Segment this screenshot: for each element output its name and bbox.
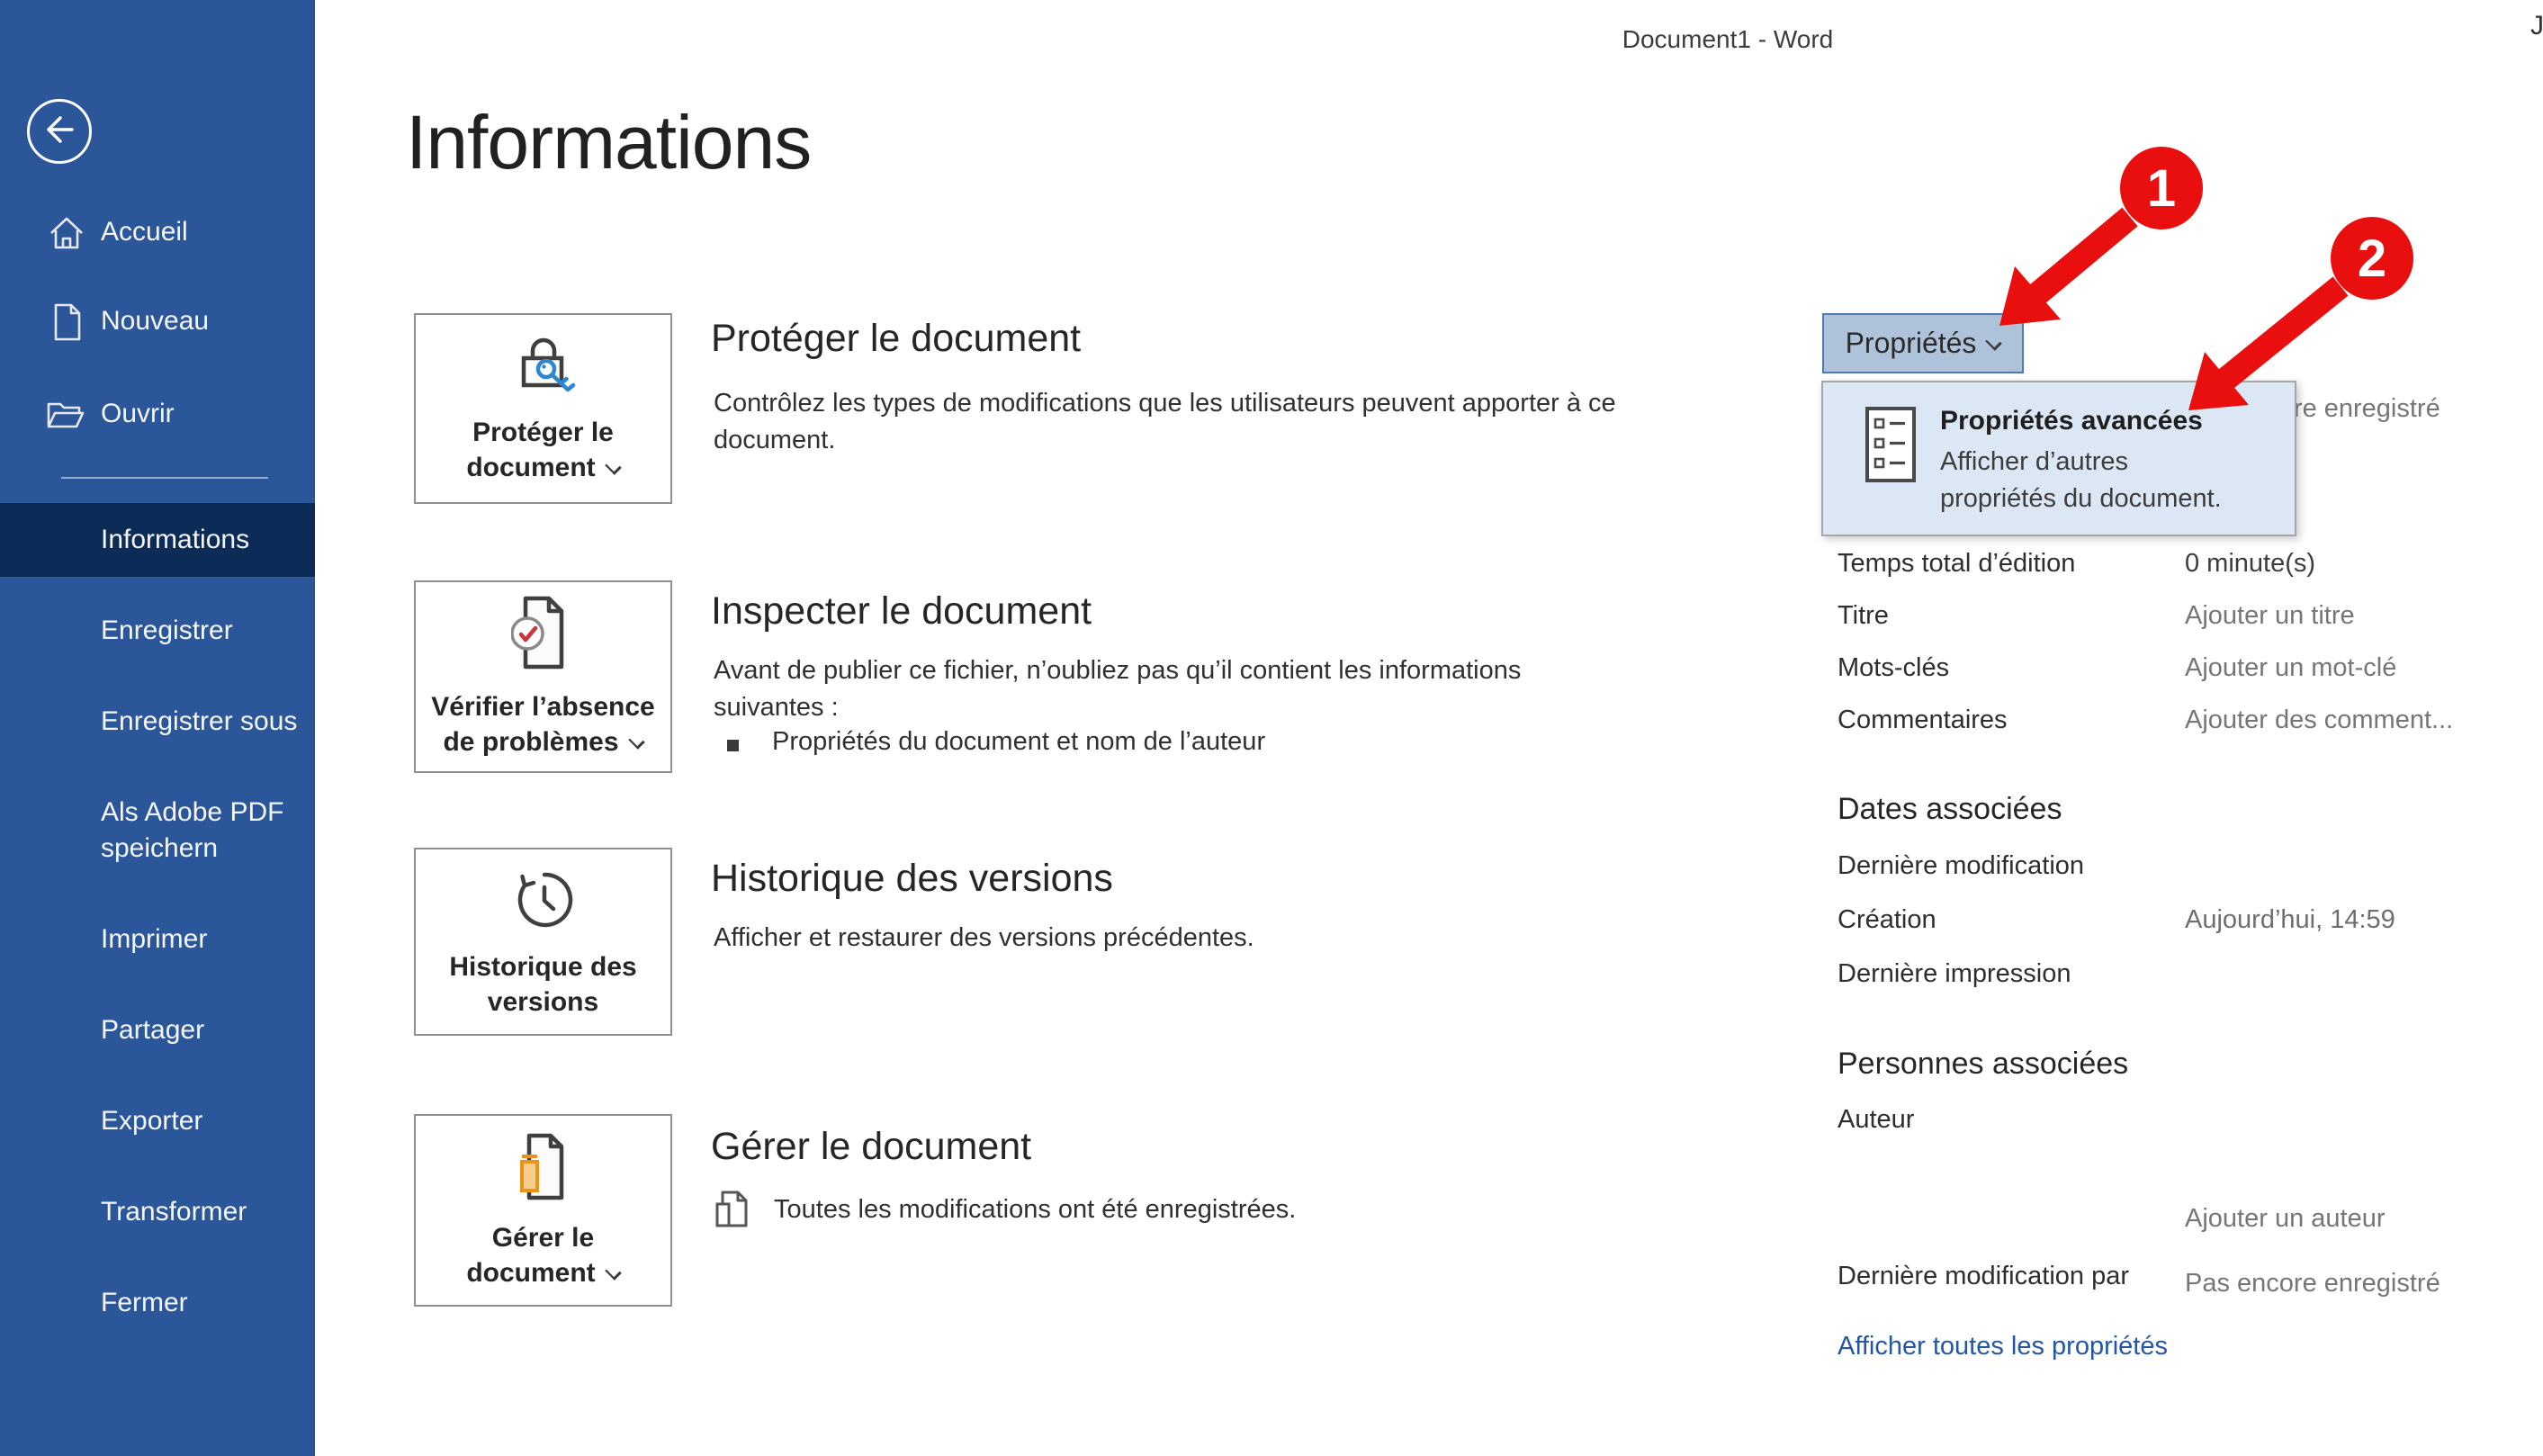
annotation-overlay: 1 2 <box>0 0 2543 1456</box>
check-for-issues-button[interactable]: Vérifier l’absence de problèmes <box>414 580 672 773</box>
sidebar-item-imprimer[interactable]: Imprimer <box>101 923 207 956</box>
prop-label-last-modified-by: Dernière modification par <box>1838 1262 2129 1291</box>
prop-value-edit-time: 0 minute(s) <box>2185 549 2315 579</box>
prop-label-last-modified: Dernière modification <box>1838 851 2084 881</box>
properties-dropdown-button[interactable]: Propriétés <box>1822 313 2024 373</box>
chevron-down-icon <box>605 1263 622 1281</box>
prop-value-last-modified-by: Pas encore enregistré <box>2185 1269 2440 1299</box>
sidebar-item-label: Informations <box>101 503 315 577</box>
inspect-document-icon <box>511 595 576 677</box>
section-heading-history: Historique des versions <box>711 857 1113 901</box>
sidebar-item-partager[interactable]: Partager <box>101 1014 204 1047</box>
button-label: Historique des versions <box>449 952 636 1017</box>
desc-line: document. <box>714 426 835 454</box>
sidebar-divider <box>61 477 268 479</box>
section-desc-history: Afficher et restaurer des versions précé… <box>714 920 1254 957</box>
sidebar-item-exporter[interactable]: Exporter <box>101 1105 202 1137</box>
bullet-square <box>727 740 739 751</box>
show-all-properties-link[interactable]: Afficher toutes les propriétés <box>1838 1332 2168 1362</box>
account-initial: J <box>2530 11 2543 41</box>
annotation-badge-1: 1 <box>2120 147 2203 229</box>
desc-line: propriétés du document. <box>1940 484 2222 513</box>
section-heading-manage: Gérer le document <box>711 1125 1031 1169</box>
sidebar-item-nouveau[interactable]: Nouveau <box>101 305 209 337</box>
prop-label-comments: Commentaires <box>1838 706 2008 735</box>
section-desc-inspect: Avant de publier ce fichier, n’oubliez p… <box>714 652 1521 726</box>
page-title: Informations <box>406 99 811 186</box>
prop-label-last-printed: Dernière impression <box>1838 959 2071 989</box>
prop-label-author: Auteur <box>1838 1105 1914 1135</box>
chevron-down-icon <box>605 458 622 475</box>
svg-text:1: 1 <box>2147 159 2176 218</box>
protect-document-button[interactable]: Protéger le document <box>414 313 672 504</box>
version-history-icon <box>509 864 578 937</box>
annotation-arrow-1 <box>1999 217 2130 326</box>
annotation-badge-2: 2 <box>2331 217 2413 300</box>
backstage-sidebar: Accueil Nouveau Ouvrir Informations Enre… <box>0 0 315 1456</box>
word-backstage-informations: { "titlebar": { "document_title": "Docum… <box>0 0 2543 1456</box>
desc-line: suivantes : <box>714 693 839 722</box>
prop-label-tags: Mots-clés <box>1838 653 1949 683</box>
dates-section-header: Dates associées <box>1838 792 2062 827</box>
advanced-properties-text: Propriétés avancées Afficher d’autres pr… <box>1940 406 2222 517</box>
advanced-properties-menu-item[interactable]: Propriétés avancées Afficher d’autres pr… <box>1821 381 2296 536</box>
chevron-down-icon <box>1986 334 2003 351</box>
section-heading-protect: Protéger le document <box>711 317 1081 361</box>
back-arrow-icon <box>36 106 83 157</box>
manage-status-text: Toutes les modifications ont été enregis… <box>774 1195 1296 1225</box>
sidebar-item-ouvrir[interactable]: Ouvrir <box>101 398 175 430</box>
desc-line: Contrôlez les types de modifications que… <box>714 389 1616 418</box>
button-label: Protéger le document <box>466 418 614 482</box>
people-section-header: Personnes associées <box>1838 1047 2128 1082</box>
sidebar-item-adobe-pdf[interactable]: Als Adobe PDF speichern <box>101 795 294 867</box>
new-document-icon <box>51 302 84 346</box>
advanced-properties-icon <box>1865 406 1917 488</box>
sidebar-item-enregistrer-sous[interactable]: Enregistrer sous <box>101 706 297 738</box>
desc-line: Afficher et restaurer des versions précé… <box>714 923 1254 952</box>
section-heading-inspect: Inspecter le document <box>711 589 1092 634</box>
window-title: Document1 - Word <box>1530 25 1926 54</box>
prop-value-add-comments[interactable]: Ajouter des comment... <box>2185 706 2453 735</box>
sidebar-item-transformer[interactable]: Transformer <box>101 1196 247 1228</box>
prop-value-created: Aujourd’hui, 14:59 <box>2185 905 2395 935</box>
manage-document-icon <box>511 1131 576 1208</box>
sidebar-item-informations[interactable]: Informations <box>0 503 315 577</box>
prop-value-add-title[interactable]: Ajouter un titre <box>2185 601 2355 631</box>
version-history-button[interactable]: Historique des versions <box>414 848 672 1036</box>
lock-key-icon <box>508 333 579 402</box>
sidebar-item-accueil[interactable]: Accueil <box>101 216 188 248</box>
prop-value-add-tag[interactable]: Ajouter un mot-clé <box>2185 653 2396 683</box>
desc-line: Avant de publier ce fichier, n’oubliez p… <box>714 656 1521 685</box>
prop-value-add-author[interactable]: Ajouter un auteur <box>2185 1204 2385 1234</box>
svg-text:2: 2 <box>2358 229 2386 288</box>
prop-label-created: Création <box>1838 905 1936 935</box>
saved-document-icon <box>714 1188 751 1237</box>
inspect-bullet-item: Propriétés du document et nom de l’auteu… <box>772 727 1265 757</box>
section-desc-protect: Contrôlez les types de modifications que… <box>714 385 1616 459</box>
back-button[interactable] <box>27 99 92 164</box>
open-folder-icon <box>45 400 86 436</box>
chevron-down-icon <box>628 732 645 750</box>
sidebar-item-fermer[interactable]: Fermer <box>101 1287 188 1319</box>
desc-line: Afficher d’autres <box>1940 447 2128 476</box>
prop-label-edit-time: Temps total d’édition <box>1838 549 2075 579</box>
sidebar-item-enregistrer[interactable]: Enregistrer <box>101 615 233 647</box>
button-label: Gérer le document <box>466 1223 595 1288</box>
advanced-properties-desc: Afficher d’autres propriétés du document… <box>1940 444 2222 517</box>
properties-button-label: Propriétés <box>1846 327 1977 360</box>
home-icon <box>47 214 86 256</box>
prop-label-title: Titre <box>1838 601 1889 631</box>
manage-document-button[interactable]: Gérer le document <box>414 1114 672 1307</box>
button-label: Vérifier l’absence de problèmes <box>431 692 654 757</box>
advanced-properties-title: Propriétés avancées <box>1940 406 2222 436</box>
